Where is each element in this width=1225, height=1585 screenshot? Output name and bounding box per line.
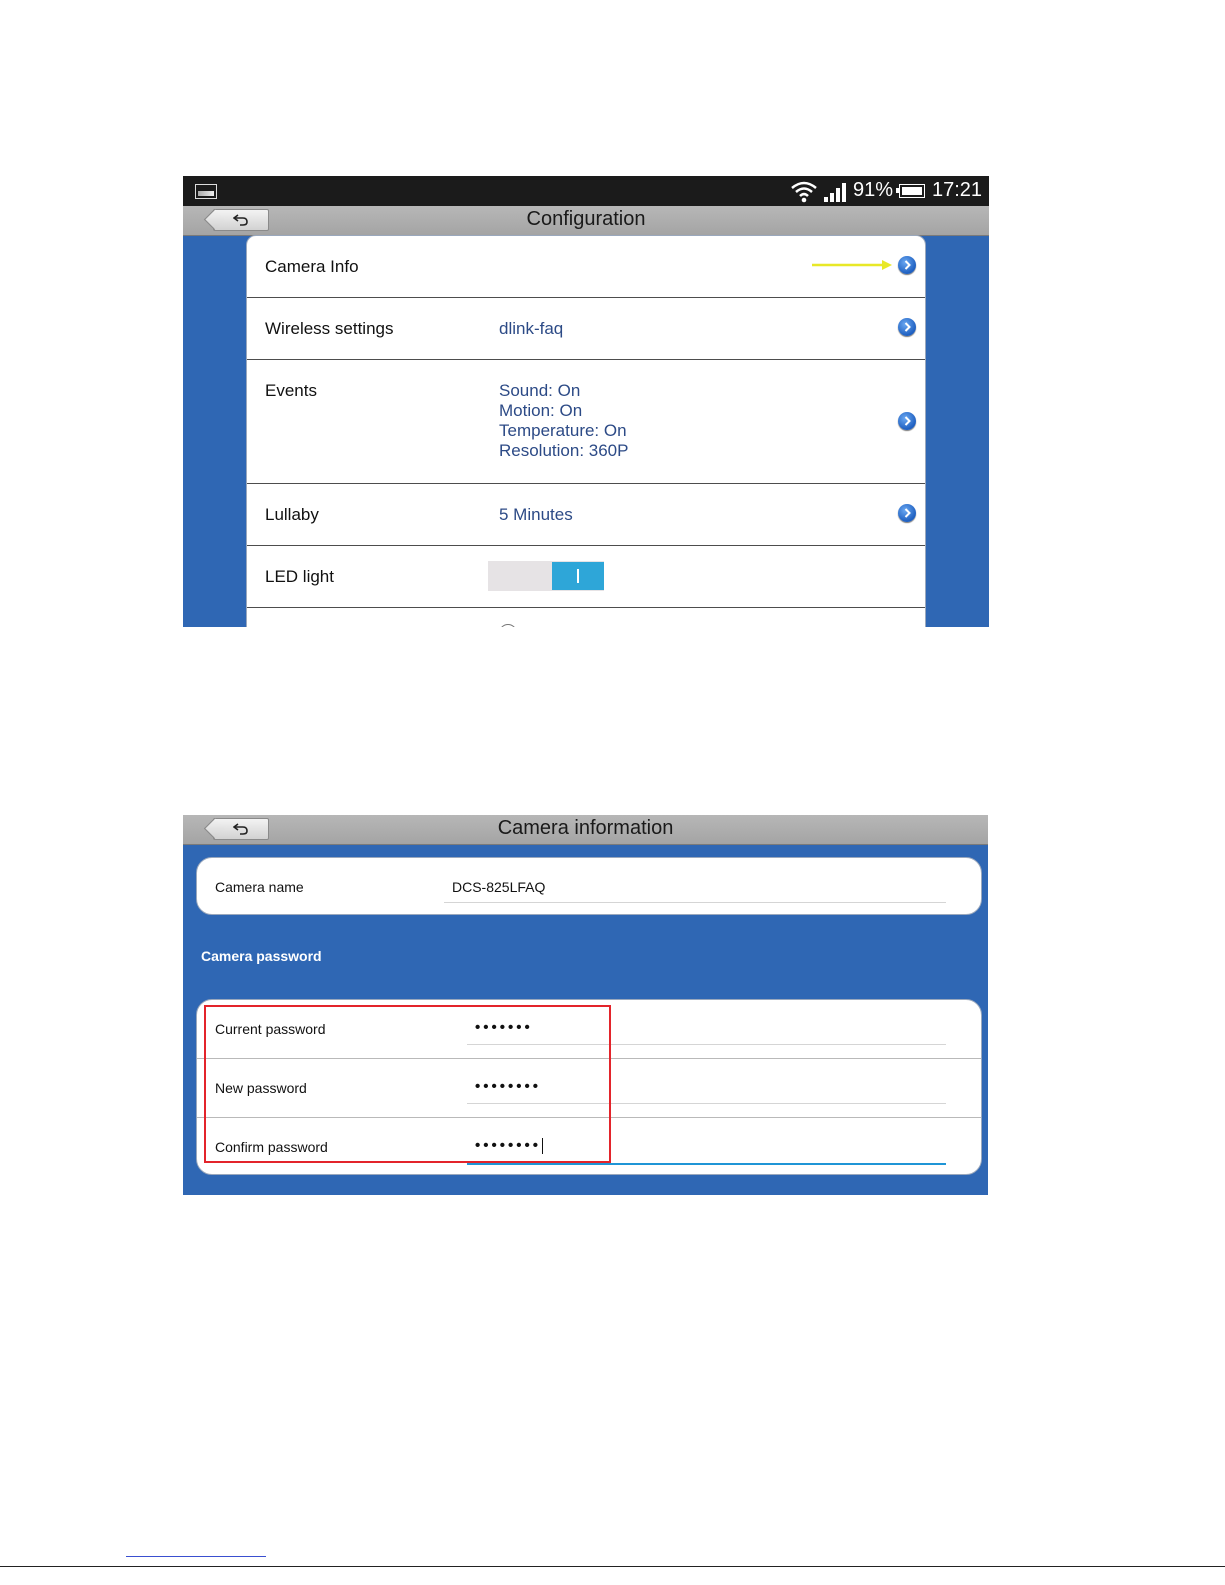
event-resolution: Resolution: 360P [499,441,629,460]
clock: 17:21 [932,179,983,201]
config-label: Wireless settings [265,319,394,338]
chevron-right-icon[interactable] [898,412,916,430]
gallery-icon [195,184,217,199]
chevron-right-icon[interactable] [898,256,916,274]
footer-link-underline [126,1556,266,1557]
configuration-list: Camera Info Wireless settings dlink-faq … [246,235,926,627]
yellow-arrow-annotation [812,260,892,270]
config-label: Events [265,381,317,400]
config-row-wireless-settings[interactable]: Wireless settings dlink-faq [247,298,925,360]
wifi-icon [791,181,817,203]
config-row-lullaby[interactable]: Lullaby 5 Minutes [247,484,925,546]
signal-icon [824,183,846,202]
config-row-partial [247,608,925,627]
camera-name-value: DCS-825LFAQ [452,879,546,895]
config-label: Lullaby [265,505,319,524]
led-light-toggle[interactable] [488,561,604,591]
camera-information-title-bar: Camera information [183,815,988,845]
events-summary: Sound: On Motion: On Temperature: On Res… [499,381,628,461]
lullaby-duration: 5 Minutes [499,505,573,524]
event-temperature: Temperature: On [499,421,627,440]
toggle-knob [552,562,604,590]
footer-rule [0,1566,1225,1567]
battery-percent: 91% [853,179,894,201]
wireless-ssid: dlink-faq [499,319,564,338]
config-row-events[interactable]: Events Sound: On Motion: On Temperature:… [247,360,925,484]
battery-icon [896,184,925,198]
password-highlight-annotation [204,1005,611,1163]
configuration-screenshot: 91% 17:21 Configuration Camera Info Wire… [183,176,989,627]
config-row-led-light: LED light [247,546,925,608]
chevron-right-icon[interactable] [898,504,916,522]
camera-name-field[interactable]: DCS-825LFAQ [444,872,946,903]
configuration-title-bar: Configuration [183,206,989,236]
camera-name-label: Camera name [215,879,304,895]
camera-name-card: Camera name DCS-825LFAQ [196,857,982,915]
chevron-right-icon[interactable] [898,318,916,336]
config-label: LED light [265,567,334,586]
status-bar: 91% 17:21 [183,176,989,206]
camera-information-screenshot: Camera information Camera name DCS-825LF… [183,815,988,1195]
config-row-camera-info[interactable]: Camera Info [247,236,925,298]
event-sound: Sound: On [499,381,581,400]
radio-icon [499,624,517,627]
camera-password-heading: Camera password [201,948,322,964]
page-title: Camera information [497,817,674,839]
config-label: Camera Info [265,257,359,276]
page-title: Configuration [526,208,646,230]
event-motion: Motion: On [499,401,583,420]
